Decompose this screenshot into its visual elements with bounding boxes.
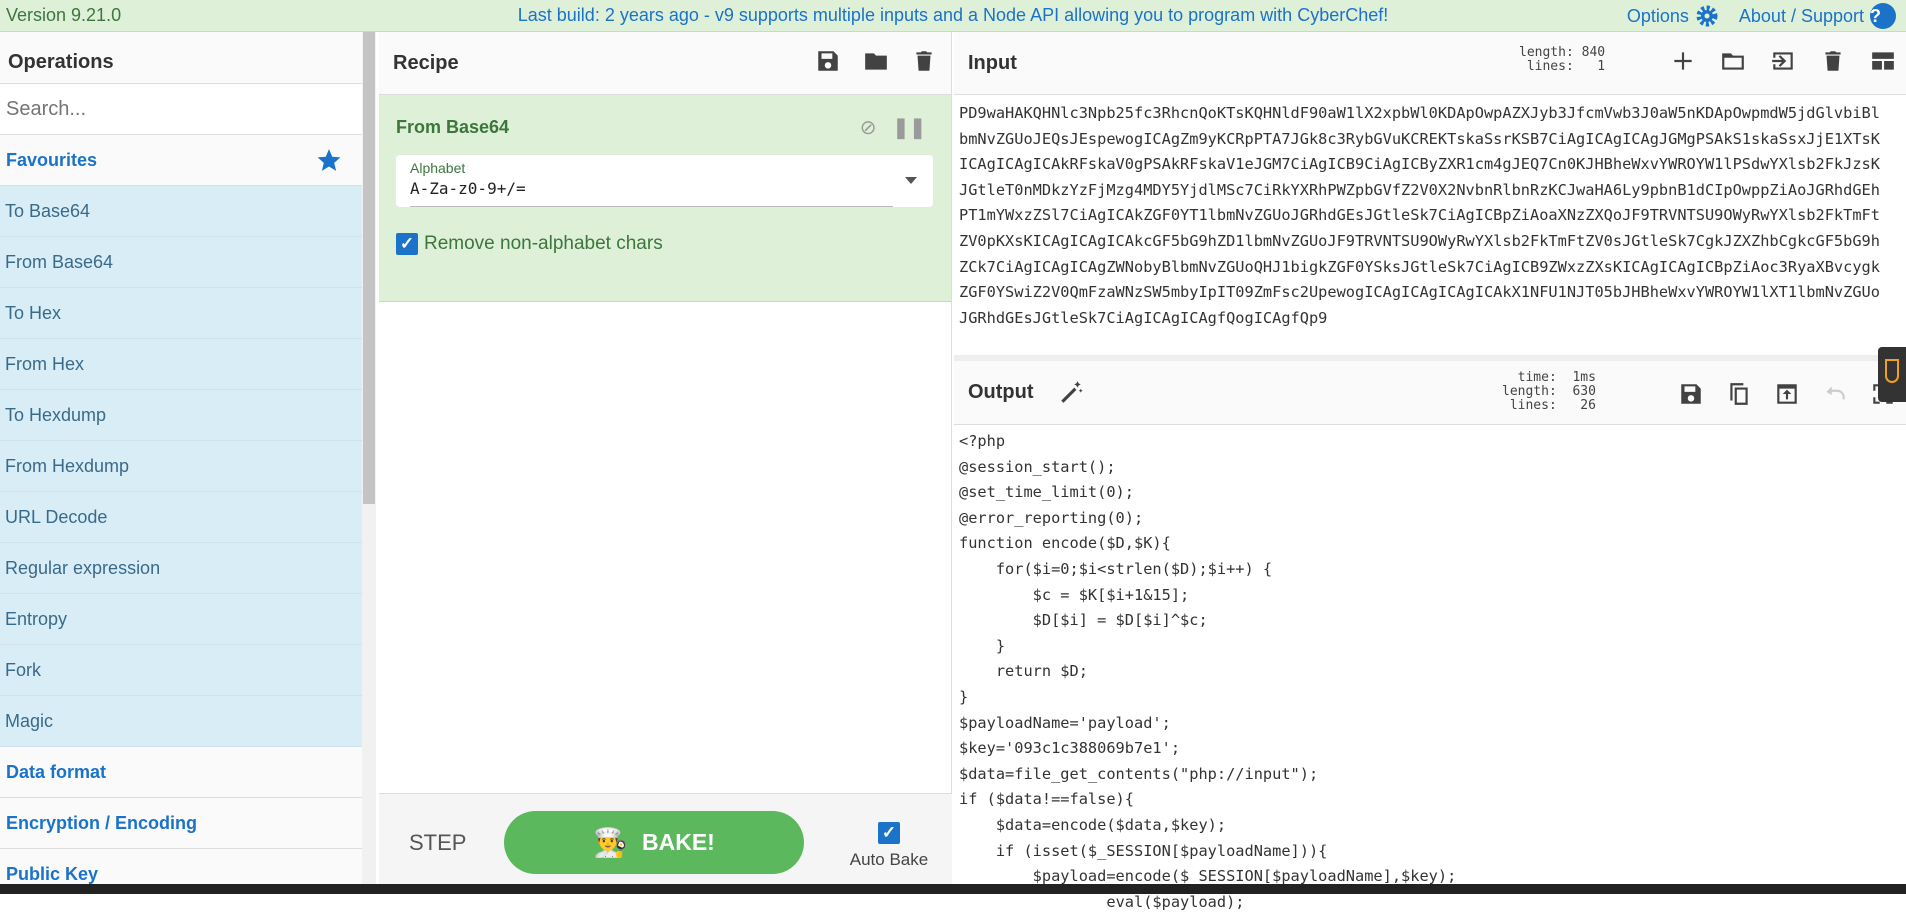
operation-name: From Base64: [396, 117, 510, 137]
window-bottom-edge: [0, 884, 1906, 894]
checkbox-checked-icon: ✓: [878, 822, 900, 844]
help-icon: ?: [1870, 3, 1896, 29]
trash-icon[interactable]: [1820, 48, 1846, 74]
output-textarea[interactable]: <?php @session_start(); @set_time_limit(…: [954, 425, 1906, 919]
open-file-icon[interactable]: [1770, 48, 1796, 74]
top-banner: Version 9.21.0 Last build: 2 years ago -…: [0, 0, 1906, 32]
operation-from-hex[interactable]: From Hex: [0, 339, 362, 390]
alphabet-select[interactable]: Alphabet A-Za-z0-9+/=: [396, 155, 933, 207]
scrollbar-thumb[interactable]: [363, 32, 375, 504]
recipe-operation-from-base64[interactable]: From Base64 ⊘ ❚❚ Alphabet A-Za-z0-9+/= ✓ R…: [379, 95, 951, 302]
bake-button[interactable]: 👨‍🍳 BAKE!: [504, 811, 804, 874]
input-panel: Input length: 840 lines: 1 PD9waHAKQHNlc…: [954, 32, 1906, 355]
save-icon[interactable]: [815, 48, 841, 74]
remove-label: Remove non-alphabet chars: [424, 233, 663, 254]
operations-search-input[interactable]: [0, 84, 362, 135]
operation-regular-expression[interactable]: Regular expression: [0, 543, 362, 594]
input-title: Input: [968, 52, 1017, 74]
auto-bake-label: Auto Bake: [849, 850, 929, 869]
disable-icon[interactable]: ⊘: [860, 115, 877, 140]
output-title: Output: [968, 381, 1034, 403]
operations-scrollbar[interactable]: [362, 32, 376, 894]
operation-to-base64[interactable]: To Base64: [0, 186, 362, 237]
operation-magic[interactable]: Magic: [0, 696, 362, 747]
chef-icon: 👨‍🍳: [593, 827, 629, 858]
build-notice[interactable]: Last build: 2 years ago - v9 supports mu…: [0, 5, 1906, 26]
checkbox-checked-icon: ✓: [396, 233, 418, 255]
pause-icon[interactable]: ❚❚: [892, 115, 926, 140]
alphabet-label: Alphabet: [410, 160, 466, 176]
about-label: About / Support: [1738, 5, 1864, 26]
open-folder-icon[interactable]: [1720, 48, 1746, 74]
output-panel: Output time: 1ms length: 630 lines: 26 <…: [954, 361, 1906, 911]
operation-fork[interactable]: Fork: [0, 645, 362, 696]
operation-url-decode[interactable]: URL Decode: [0, 492, 362, 543]
input-stats: length: 840 lines: 1: [1519, 45, 1606, 74]
gear-icon: [1696, 5, 1718, 27]
category-data-format[interactable]: Data format: [0, 747, 362, 798]
output-stats: time: 1ms length: 630 lines: 26: [1502, 370, 1596, 413]
browser-extension-widget[interactable]: [1878, 347, 1906, 402]
auto-bake-checkbox[interactable]: ✓ Auto Bake: [845, 822, 933, 870]
star-icon: [317, 149, 341, 171]
chevron-down-icon: [905, 177, 917, 190]
folder-icon[interactable]: [863, 48, 889, 74]
bake-label: BAKE!: [642, 829, 715, 855]
operation-to-hexdump[interactable]: To Hexdump: [0, 390, 362, 441]
options-label: Options: [1626, 5, 1689, 26]
bake-controls: STEP 👨‍🍳 BAKE! ✓ Auto Bake: [379, 793, 952, 894]
recipe-panel: Recipe From Base64 ⊘ ❚❚ Alphabet A-Za-z0-…: [379, 32, 952, 894]
undo-icon[interactable]: [1822, 381, 1848, 407]
replace-input-icon[interactable]: [1774, 381, 1800, 407]
about-support-button[interactable]: About / Support?: [1739, 3, 1896, 29]
alphabet-value: A-Za-z0-9+/=: [410, 179, 526, 198]
operation-from-base64[interactable]: From Base64: [0, 237, 362, 288]
input-textarea[interactable]: PD9waHAKQHNlc3Npb25fc3RhcnQoKTsKQHNldF90…: [954, 95, 1894, 331]
category-encryption-encoding[interactable]: Encryption / Encoding: [0, 798, 362, 849]
plus-icon[interactable]: [1670, 48, 1696, 74]
operation-from-hexdump[interactable]: From Hexdump: [0, 441, 362, 492]
copy-icon[interactable]: [1726, 381, 1752, 407]
save-icon[interactable]: [1678, 381, 1704, 407]
category-favourites[interactable]: Favourites: [0, 135, 362, 186]
operations-panel: Operations Favourites To Base64 From Bas…: [0, 32, 362, 894]
operations-title: Operations: [0, 32, 362, 84]
remove-non-alphabet-checkbox[interactable]: ✓ Remove non-alphabet chars: [396, 233, 663, 255]
magic-wand-icon[interactable]: [1058, 379, 1084, 405]
trash-icon[interactable]: [911, 48, 937, 74]
recipe-title: Recipe: [393, 52, 459, 74]
operation-entropy[interactable]: Entropy: [0, 594, 362, 645]
step-button[interactable]: STEP: [409, 830, 466, 856]
usb-icon: [1885, 359, 1899, 383]
layout-icon[interactable]: [1870, 48, 1896, 74]
favourites-label: Favourites: [6, 150, 98, 170]
options-button[interactable]: Options: [1627, 4, 1719, 28]
operation-to-hex[interactable]: To Hex: [0, 288, 362, 339]
